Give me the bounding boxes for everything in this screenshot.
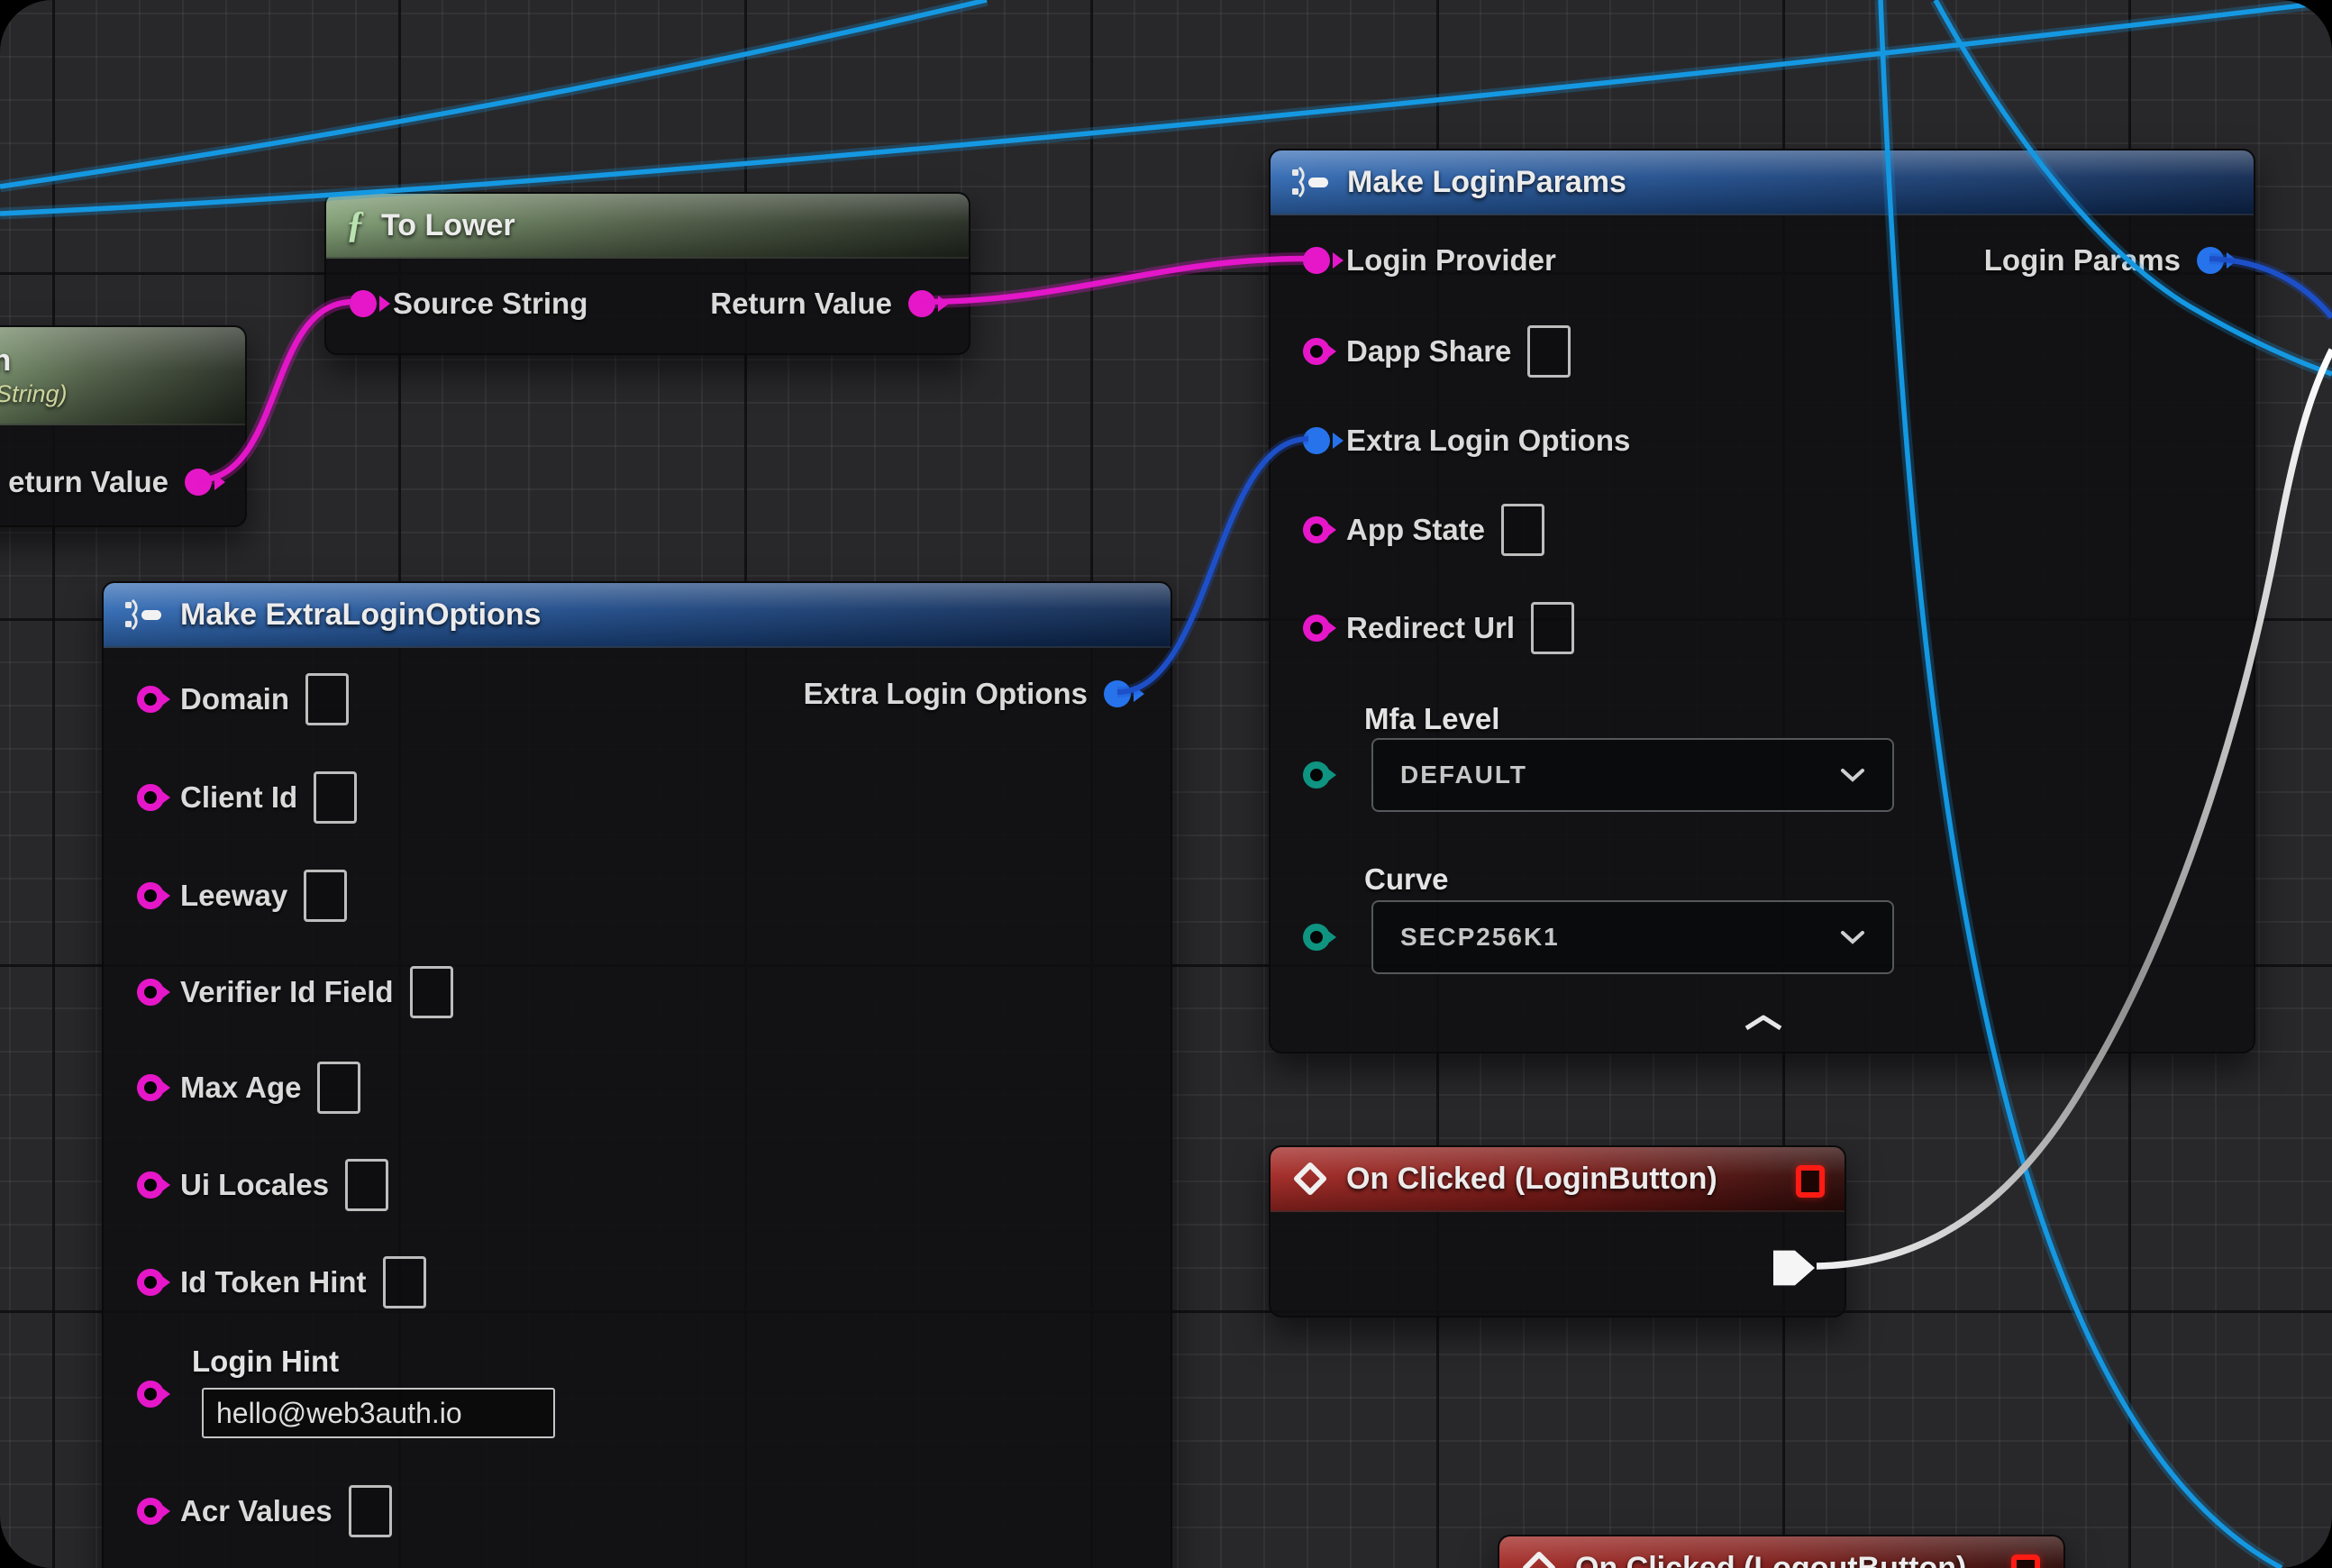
node-make-login-params-header[interactable]: Make LoginParams [1271, 150, 2254, 215]
login-hint-text-input[interactable]: hello@web3auth.io [202, 1388, 555, 1438]
node-on-clicked-logout-title: On Clicked (LogoutButton) [1575, 1551, 1966, 1568]
event-diamond-icon [1519, 1552, 1559, 1568]
acr-values-pin-label: Acr Values [180, 1494, 332, 1528]
domain-input-pin[interactable] [137, 686, 164, 713]
node-on-clicked-login-header[interactable]: On Clicked (LoginButton) [1271, 1147, 1845, 1212]
node-make-extra-login-options-title: Make ExtraLoginOptions [180, 597, 542, 633]
mfa-level-input-pin[interactable] [1303, 761, 1330, 789]
node-make-login-params-title: Make LoginParams [1347, 165, 1626, 200]
dapp-share-input-pin[interactable] [1303, 338, 1330, 365]
curve-input-pin[interactable] [1303, 924, 1330, 951]
redirect-url-value-box[interactable] [1531, 602, 1574, 654]
node-make-extra-login-options[interactable]: Make ExtraLoginOptions Extra Login Optio… [102, 581, 1172, 1568]
mfa-level-dropdown[interactable]: DEFAULT [1371, 738, 1894, 812]
id-token-hint-input-pin[interactable] [137, 1269, 164, 1296]
return-value-output-pin[interactable] [185, 469, 212, 496]
redirect-url-pin-label: Redirect Url [1346, 611, 1515, 645]
max-age-pin-label: Max Age [180, 1071, 301, 1105]
event-diamond-icon [1290, 1162, 1330, 1195]
redirect-url-input-pin[interactable] [1303, 615, 1330, 642]
ui-locales-pin-label: Ui Locales [180, 1168, 329, 1202]
dapp-share-value-box[interactable] [1527, 325, 1571, 378]
make-struct-icon [1290, 167, 1331, 197]
max-age-value-box[interactable] [317, 1062, 360, 1114]
node-on-clicked-login-button[interactable]: On Clicked (LoginButton) [1269, 1145, 1846, 1317]
exec-output-pin[interactable] [1773, 1248, 1815, 1288]
acr-values-value-box[interactable] [349, 1485, 392, 1537]
id-token-hint-pin-label: Id Token Hint [180, 1265, 367, 1299]
extra-login-options-output-label: Extra Login Options [804, 677, 1088, 711]
node-to-lower[interactable]: ƒ To Lower Source String Return Value [324, 192, 970, 355]
app-state-input-pin[interactable] [1303, 516, 1330, 543]
node-make-extra-login-options-header[interactable]: Make ExtraLoginOptions [104, 583, 1171, 648]
ui-locales-value-box[interactable] [345, 1159, 388, 1211]
domain-pin-label: Domain [180, 682, 289, 716]
max-age-input-pin[interactable] [137, 1074, 164, 1101]
curve-dropdown[interactable]: SECP256K1 [1371, 900, 1894, 974]
dapp-share-pin-label: Dapp Share [1346, 334, 1511, 369]
login-hint-pin-label: Login Hint [192, 1345, 339, 1379]
node-to-lower-title: To Lower [381, 208, 515, 243]
function-icon: ƒ [346, 206, 365, 244]
login-params-output-label: Login Params [1984, 243, 2181, 278]
login-provider-input-pin[interactable] [1303, 247, 1330, 274]
verifier-id-field-value-box[interactable] [410, 966, 453, 1018]
client-id-value-box[interactable] [314, 771, 357, 824]
client-id-input-pin[interactable] [137, 784, 164, 811]
node-get-text-header[interactable]: tion ox (String) [0, 327, 245, 425]
domain-value-box[interactable] [305, 673, 349, 725]
source-string-input-pin[interactable] [350, 290, 377, 317]
acr-values-input-pin[interactable] [137, 1498, 164, 1525]
extra-login-options-output-pin[interactable] [1104, 680, 1131, 707]
make-struct-icon [123, 599, 164, 630]
leeway-value-box[interactable] [304, 870, 347, 922]
node-on-clicked-logout-button[interactable]: On Clicked (LogoutButton) [1498, 1535, 2065, 1568]
id-token-hint-value-box[interactable] [383, 1256, 426, 1308]
leeway-pin-label: Leeway [180, 879, 287, 913]
node-on-clicked-login-title: On Clicked (LoginButton) [1346, 1162, 1717, 1197]
node-get-text-subtitle: ox (String) [0, 380, 68, 408]
extra-login-options-input-pin[interactable] [1303, 427, 1330, 454]
blueprint-graph-canvas: tion ox (String) eturn Value ƒ To Lower … [0, 0, 2332, 1568]
source-string-pin-label: Source String [393, 287, 588, 321]
delegate-output-pin[interactable] [2011, 1554, 2040, 1568]
node-on-clicked-logout-header[interactable]: On Clicked (LogoutButton) [1499, 1536, 2063, 1568]
login-provider-pin-label: Login Provider [1346, 243, 1556, 278]
verifier-id-field-input-pin[interactable] [137, 979, 164, 1006]
wire-azure-1[interactable] [0, 0, 987, 187]
app-state-pin-label: App State [1346, 513, 1485, 547]
node-make-login-params[interactable]: Make LoginParams Login Provider Login Pa… [1269, 149, 2255, 1053]
return-value-pin-label: eturn Value [8, 465, 169, 499]
delegate-output-pin[interactable] [1796, 1165, 1825, 1198]
chevron-down-icon [1840, 929, 1865, 945]
to-lower-return-value-output-pin[interactable] [908, 290, 935, 317]
collapse-node-button[interactable] [1743, 1014, 1784, 1032]
leeway-input-pin[interactable] [137, 882, 164, 909]
login-params-output-pin[interactable] [2197, 247, 2224, 274]
wire-to-lower-to-login-provider[interactable] [921, 259, 1307, 302]
ui-locales-input-pin[interactable] [137, 1171, 164, 1199]
extra-login-options-pin-label: Extra Login Options [1346, 424, 1630, 458]
client-id-pin-label: Client Id [180, 780, 297, 815]
verifier-id-field-pin-label: Verifier Id Field [180, 975, 394, 1009]
app-state-value-box[interactable] [1501, 504, 1544, 556]
chevron-down-icon [1840, 767, 1865, 783]
node-get-text-partial[interactable]: tion ox (String) eturn Value [0, 325, 247, 527]
node-to-lower-header[interactable]: ƒ To Lower [326, 194, 969, 259]
curve-pin-label: Curve [1364, 862, 1449, 897]
node-get-text-title: tion [0, 343, 11, 378]
mfa-level-pin-label: Mfa Level [1364, 702, 1499, 736]
login-hint-input-pin[interactable] [137, 1381, 164, 1408]
to-lower-return-value-label: Return Value [710, 287, 892, 321]
